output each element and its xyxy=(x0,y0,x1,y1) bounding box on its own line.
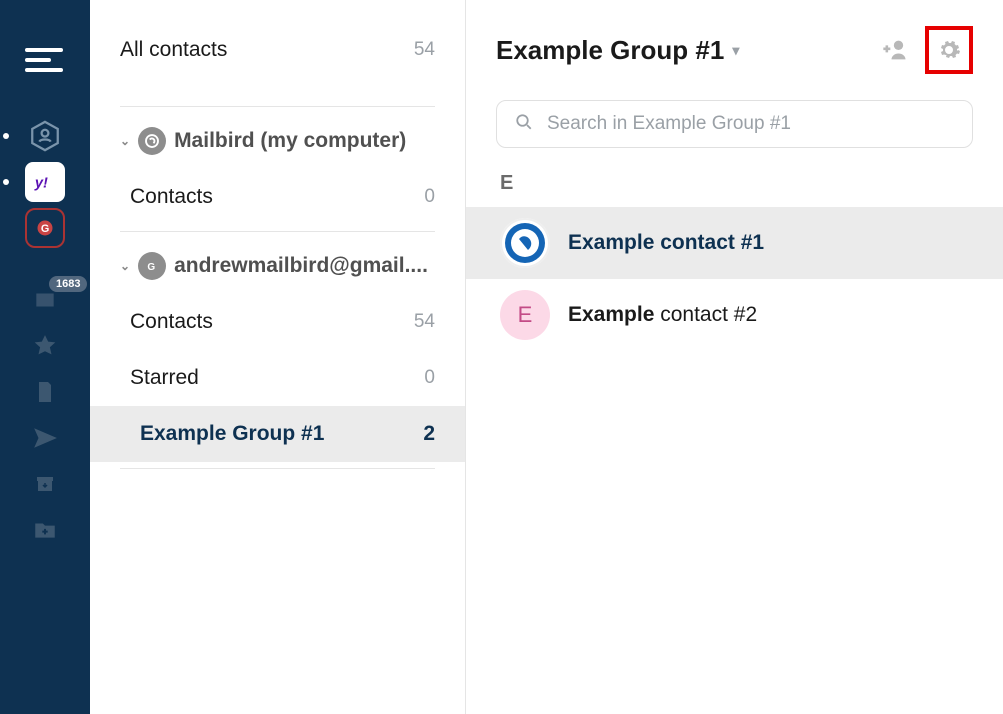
group-count: 2 xyxy=(423,422,435,446)
chevron-down-icon: ⌄ xyxy=(120,134,130,148)
rail-inbox-icon[interactable]: 1683 xyxy=(25,280,65,320)
search-box[interactable] xyxy=(496,100,973,148)
main-header: Example Group #1 ▾ xyxy=(496,0,973,100)
all-contacts-count: 54 xyxy=(414,39,435,61)
main-panel: Example Group #1 ▾ E Example contact #1 … xyxy=(465,0,1003,714)
rail-inbox-badge: 1683 xyxy=(47,274,89,294)
chevron-down-icon: ⌄ xyxy=(120,259,130,273)
all-contacts-label: All contacts xyxy=(120,38,227,62)
rail-yahoo-icon[interactable]: y! xyxy=(25,162,65,202)
group-example-1[interactable]: Example Group #1 2 xyxy=(90,406,465,462)
group-title-dropdown[interactable]: Example Group #1 ▾ xyxy=(496,35,739,66)
menu-button[interactable] xyxy=(25,40,65,80)
starred-label: Starred xyxy=(130,366,199,390)
contact-name: Example contact #2 xyxy=(568,303,757,327)
app-rail: y! G 1683 xyxy=(0,0,90,714)
divider xyxy=(120,106,435,107)
gmail-contacts-row[interactable]: Contacts 54 xyxy=(120,294,435,350)
contact-row[interactable]: E Example contact #2 xyxy=(466,279,1003,351)
group-title: Example Group #1 xyxy=(496,35,724,66)
svg-text:G: G xyxy=(41,223,49,235)
section-letter: E xyxy=(500,172,973,195)
rail-archive-icon[interactable] xyxy=(25,464,65,504)
contact-avatar: E xyxy=(500,290,550,340)
add-contact-button[interactable] xyxy=(877,32,913,68)
svg-text:y!: y! xyxy=(34,176,48,192)
rail-google-icon[interactable]: G xyxy=(25,208,65,248)
rail-contacts-icon[interactable] xyxy=(25,116,65,156)
contacts-count: 54 xyxy=(414,311,435,333)
search-icon xyxy=(515,113,533,136)
settings-button[interactable] xyxy=(931,32,967,68)
gmail-starred-row[interactable]: Starred 0 xyxy=(120,350,435,406)
rail-starred-icon[interactable] xyxy=(25,326,65,366)
contacts-label: Contacts xyxy=(130,310,213,334)
settings-highlight xyxy=(925,26,973,74)
search-input[interactable] xyxy=(547,113,954,135)
contact-row[interactable]: Example contact #1 xyxy=(466,207,1003,279)
rail-add-folder-icon[interactable] xyxy=(25,510,65,550)
google-icon: G xyxy=(138,252,166,280)
divider xyxy=(120,468,435,469)
account-gmail[interactable]: ⌄ G andrewmailbird@gmail.... xyxy=(120,238,435,294)
divider xyxy=(120,231,435,232)
account-name: andrewmailbird@gmail.... xyxy=(174,254,428,278)
group-label: Example Group #1 xyxy=(120,422,324,446)
contact-name: Example contact #1 xyxy=(568,231,764,255)
rail-send-icon[interactable] xyxy=(25,418,65,458)
mailbird-contacts-row[interactable]: Contacts 0 xyxy=(120,169,435,225)
contacts-count: 0 xyxy=(424,186,435,208)
all-contacts-row[interactable]: All contacts 54 xyxy=(120,0,435,100)
account-mailbird[interactable]: ⌄ Mailbird (my computer) xyxy=(120,113,435,169)
svg-text:G: G xyxy=(147,262,155,273)
contacts-label: Contacts xyxy=(130,185,213,209)
chevron-down-icon: ▾ xyxy=(732,42,739,59)
contacts-sidebar: All contacts 54 ⌄ Mailbird (my computer)… xyxy=(90,0,465,714)
rail-file-icon[interactable] xyxy=(25,372,65,412)
account-name: Mailbird (my computer) xyxy=(174,129,406,153)
starred-count: 0 xyxy=(424,367,435,389)
contact-avatar xyxy=(500,218,550,268)
mailbird-icon xyxy=(138,127,166,155)
